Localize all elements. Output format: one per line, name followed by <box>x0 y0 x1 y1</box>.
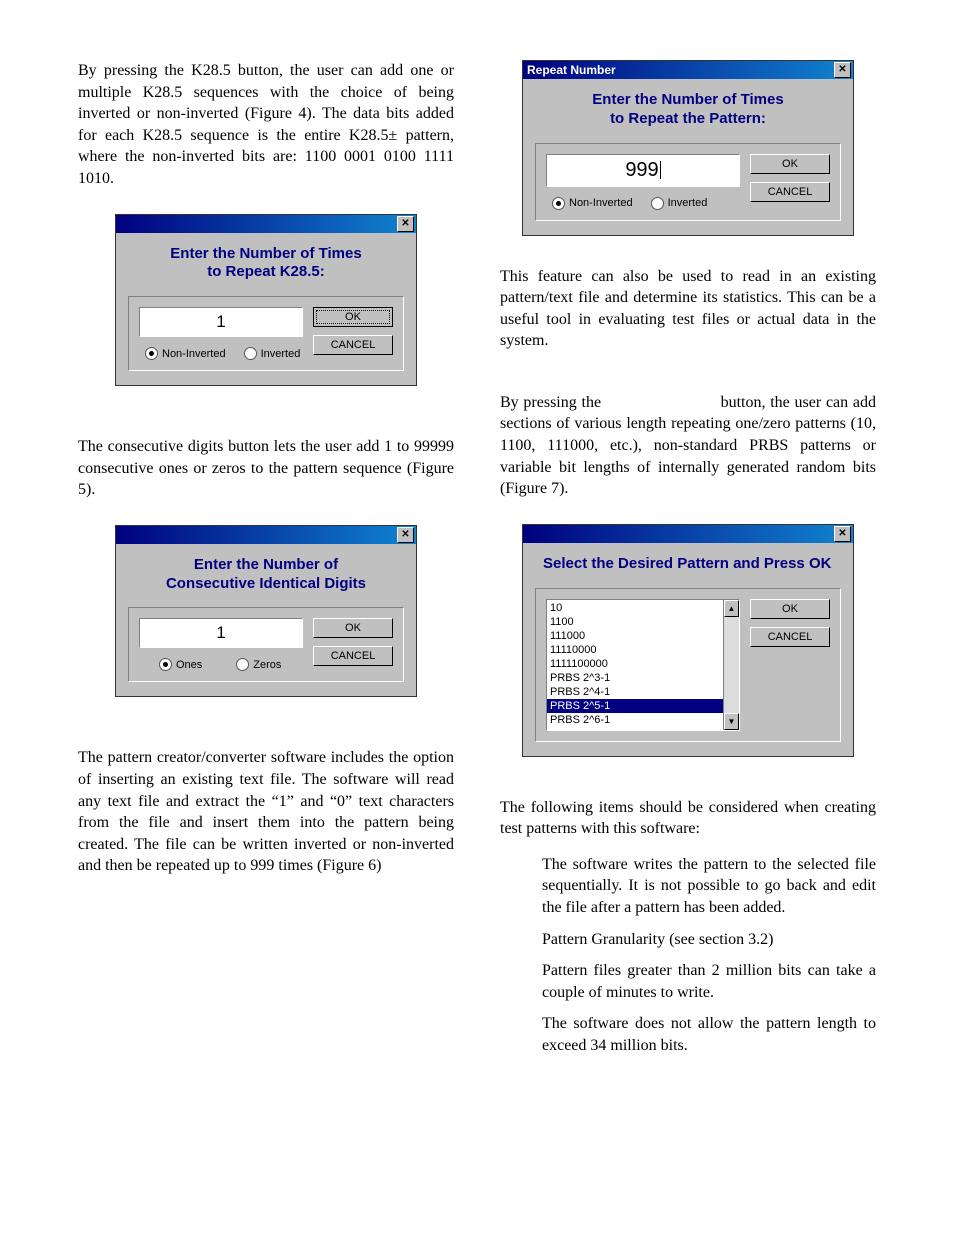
close-icon[interactable]: ✕ <box>397 527 414 543</box>
cancel-button[interactable]: CANCEL <box>313 335 393 355</box>
list-item: The software does not allow the pattern … <box>542 1013 876 1056</box>
list-item: The software writes the pattern to the s… <box>542 854 876 919</box>
radio-inverted[interactable]: Inverted <box>244 347 301 360</box>
right-column: Repeat Number ✕ Enter the Number of Time… <box>500 60 876 1067</box>
para-textfile: The pattern creator/converter software i… <box>78 747 454 877</box>
titlebar: Repeat Number ✕ <box>523 61 853 79</box>
titlebar: ✕ <box>116 215 416 233</box>
list-item[interactable]: 10 <box>547 601 739 615</box>
radio-label: Inverted <box>261 348 301 360</box>
dialog-select-pattern: ✕ Select the Desired Pattern and Press O… <box>522 524 854 757</box>
radio-label: Zeros <box>253 659 281 671</box>
para-consecutive: The consecutive digits button lets the u… <box>78 436 454 501</box>
dialog-repeat-k285: ✕ Enter the Number of Times to Repeat K2… <box>115 214 417 387</box>
close-icon[interactable]: ✕ <box>834 62 851 78</box>
radio-non-inverted[interactable]: Non-Inverted <box>145 347 226 360</box>
dialog-panel: 1 Ones Zeros OK CANCEL <box>128 607 404 682</box>
dialog-panel: 101100111000111100001111100000PRBS 2^3-1… <box>535 588 841 742</box>
text-caret-icon <box>660 161 661 179</box>
left-column: By pressing the K28.5 button, the user c… <box>78 60 454 1067</box>
considerations-list: The software writes the pattern to the s… <box>500 854 876 1057</box>
radio-non-inverted[interactable]: Non-Inverted <box>552 197 633 210</box>
list-item[interactable]: PRBS 2^6-1 <box>547 713 739 727</box>
para-read-existing: This feature can also be used to read in… <box>500 266 876 352</box>
scroll-down-icon[interactable]: ▼ <box>724 713 739 730</box>
list-item[interactable]: 11110000 <box>547 643 739 657</box>
ok-button[interactable]: OK <box>313 618 393 638</box>
scroll-up-icon[interactable]: ▲ <box>724 600 739 617</box>
radio-label: Non-Inverted <box>569 197 633 209</box>
dialog-header: Enter the Number of Times to Repeat the … <box>523 79 853 139</box>
list-item: Pattern files greater than 2 million bit… <box>542 960 876 1003</box>
title-text: Repeat Number <box>527 63 616 77</box>
close-icon[interactable]: ✕ <box>834 526 851 542</box>
digit-count-input[interactable]: 1 <box>139 618 303 648</box>
scrollbar[interactable]: ▲ ▼ <box>723 600 739 730</box>
radio-label: Ones <box>176 659 202 671</box>
radio-zeros[interactable]: Zeros <box>236 658 281 671</box>
list-item[interactable]: PRBS 2^4-1 <box>547 685 739 699</box>
pattern-listbox[interactable]: 101100111000111100001111100000PRBS 2^3-1… <box>546 599 740 731</box>
ok-button[interactable]: OK <box>750 599 830 619</box>
ok-button[interactable]: OK <box>750 154 830 174</box>
dialog-consecutive-digits: ✕ Enter the Number of Consecutive Identi… <box>115 525 417 698</box>
radio-label: Inverted <box>668 197 708 209</box>
dialog-panel: 999 Non-Inverted Inverted OK <box>535 143 841 221</box>
radio-label: Non-Inverted <box>162 348 226 360</box>
titlebar: ✕ <box>116 526 416 544</box>
radio-ones[interactable]: Ones <box>159 658 202 671</box>
repeat-count-input[interactable]: 1 <box>139 307 303 337</box>
radio-inverted[interactable]: Inverted <box>651 197 708 210</box>
dialog-header: Enter the Number of Times to Repeat K28.… <box>116 233 416 293</box>
list-item[interactable]: PRBS 2^3-1 <box>547 671 739 685</box>
repeat-count-input[interactable]: 999 <box>546 154 740 187</box>
list-item: Pattern Granularity (see section 3.2) <box>542 929 876 951</box>
cancel-button[interactable]: CANCEL <box>750 627 830 647</box>
cancel-button[interactable]: CANCEL <box>750 182 830 202</box>
para-considerations: The following items should be considered… <box>500 797 876 840</box>
list-item[interactable]: PRBS 2^5-1 <box>547 699 739 713</box>
dialog-header: Enter the Number of Consecutive Identica… <box>116 544 416 604</box>
cancel-button[interactable]: CANCEL <box>313 646 393 666</box>
ok-button[interactable]: OK <box>313 307 393 327</box>
para-k285: By pressing the K28.5 button, the user c… <box>78 60 454 190</box>
dialog-repeat-pattern: Repeat Number ✕ Enter the Number of Time… <box>522 60 854 236</box>
dialog-header: Select the Desired Pattern and Press OK <box>523 543 853 584</box>
list-item[interactable]: 111000 <box>547 629 739 643</box>
list-item[interactable]: 1111100000 <box>547 657 739 671</box>
titlebar: ✕ <box>523 525 853 543</box>
para-other-patterns: By pressing the button, the user can add… <box>500 392 876 500</box>
list-item[interactable]: 1100 <box>547 615 739 629</box>
dialog-panel: 1 Non-Inverted Inverted OK CAN <box>128 296 404 371</box>
close-icon[interactable]: ✕ <box>397 216 414 232</box>
